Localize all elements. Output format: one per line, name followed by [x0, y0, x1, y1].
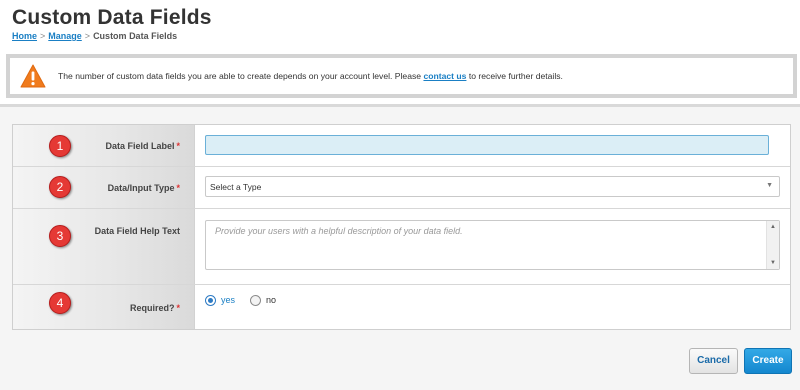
selected-type: Select a Type [210, 182, 262, 192]
breadcrumb-home-link[interactable]: Home [12, 31, 37, 41]
warning-icon [20, 64, 46, 88]
form-row-data-input-type: 2 Data/Input Type * Select a Type ▼ [13, 167, 790, 209]
data-field-label-input[interactable] [205, 135, 769, 155]
required-asterisk: * [176, 183, 180, 193]
data-input-type-label: Data/Input Type * [107, 183, 180, 193]
label-cell: 2 Data/Input Type * [13, 167, 195, 208]
form-row-required: 4 Required? * yes no [13, 285, 790, 329]
step-marker-1: 1 [49, 135, 71, 157]
label-cell: 1 Data Field Label * [13, 125, 195, 166]
data-field-label-label: Data Field Label * [105, 141, 180, 151]
data-type-select[interactable]: Select a Type ▼ [205, 176, 780, 197]
form-row-data-field-label: 1 Data Field Label * [13, 125, 790, 167]
custom-field-form: 1 Data Field Label * 2 Data/Input Type * S… [12, 124, 791, 330]
textarea-scrollbar[interactable]: ▲ ▼ [766, 221, 779, 269]
alert-message: The number of custom data fields you are… [58, 71, 563, 81]
create-button[interactable]: Create [744, 348, 792, 374]
help-text-placeholder: Provide your users with a helpful descri… [215, 226, 463, 236]
radio-unchecked-icon[interactable] [250, 295, 261, 306]
form-row-help-text: 3 Data Field Help Text Provide your user… [13, 209, 790, 285]
breadcrumb-current: Custom Data Fields [93, 31, 178, 41]
radio-label[interactable]: yes [221, 295, 235, 305]
required-asterisk: * [176, 141, 180, 151]
dropdown-arrow-icon: ▼ [766, 182, 773, 189]
step-marker-2: 2 [49, 176, 71, 198]
scroll-down-icon[interactable]: ▼ [770, 260, 776, 266]
cancel-button[interactable]: Cancel [689, 348, 738, 374]
breadcrumb: Home > Manage > Custom Data Fields [12, 31, 177, 41]
breadcrumb-separator: > [40, 31, 46, 41]
label-cell: 4 Required? * [13, 285, 195, 329]
required-label: Required? * [129, 303, 180, 313]
breadcrumb-separator: > [84, 31, 91, 41]
step-marker-3: 3 [49, 225, 71, 247]
help-text-label: Data Field Help Text [94, 226, 180, 236]
step-marker-4: 4 [49, 292, 71, 314]
scroll-up-icon[interactable]: ▲ [770, 224, 776, 230]
required-asterisk: * [176, 303, 180, 313]
contact-us-link[interactable]: contact us [423, 71, 466, 81]
account-limit-alert: The number of custom data fields you are… [6, 54, 797, 98]
label-cell: 3 Data Field Help Text [13, 209, 195, 284]
page-title: Custom Data Fields [12, 6, 212, 29]
help-text-textarea[interactable]: Provide your users with a helpful descri… [205, 220, 780, 270]
radio-label[interactable]: no [266, 295, 276, 305]
breadcrumb-manage-link[interactable]: Manage [48, 31, 82, 41]
radio-checked-icon[interactable] [205, 295, 216, 306]
